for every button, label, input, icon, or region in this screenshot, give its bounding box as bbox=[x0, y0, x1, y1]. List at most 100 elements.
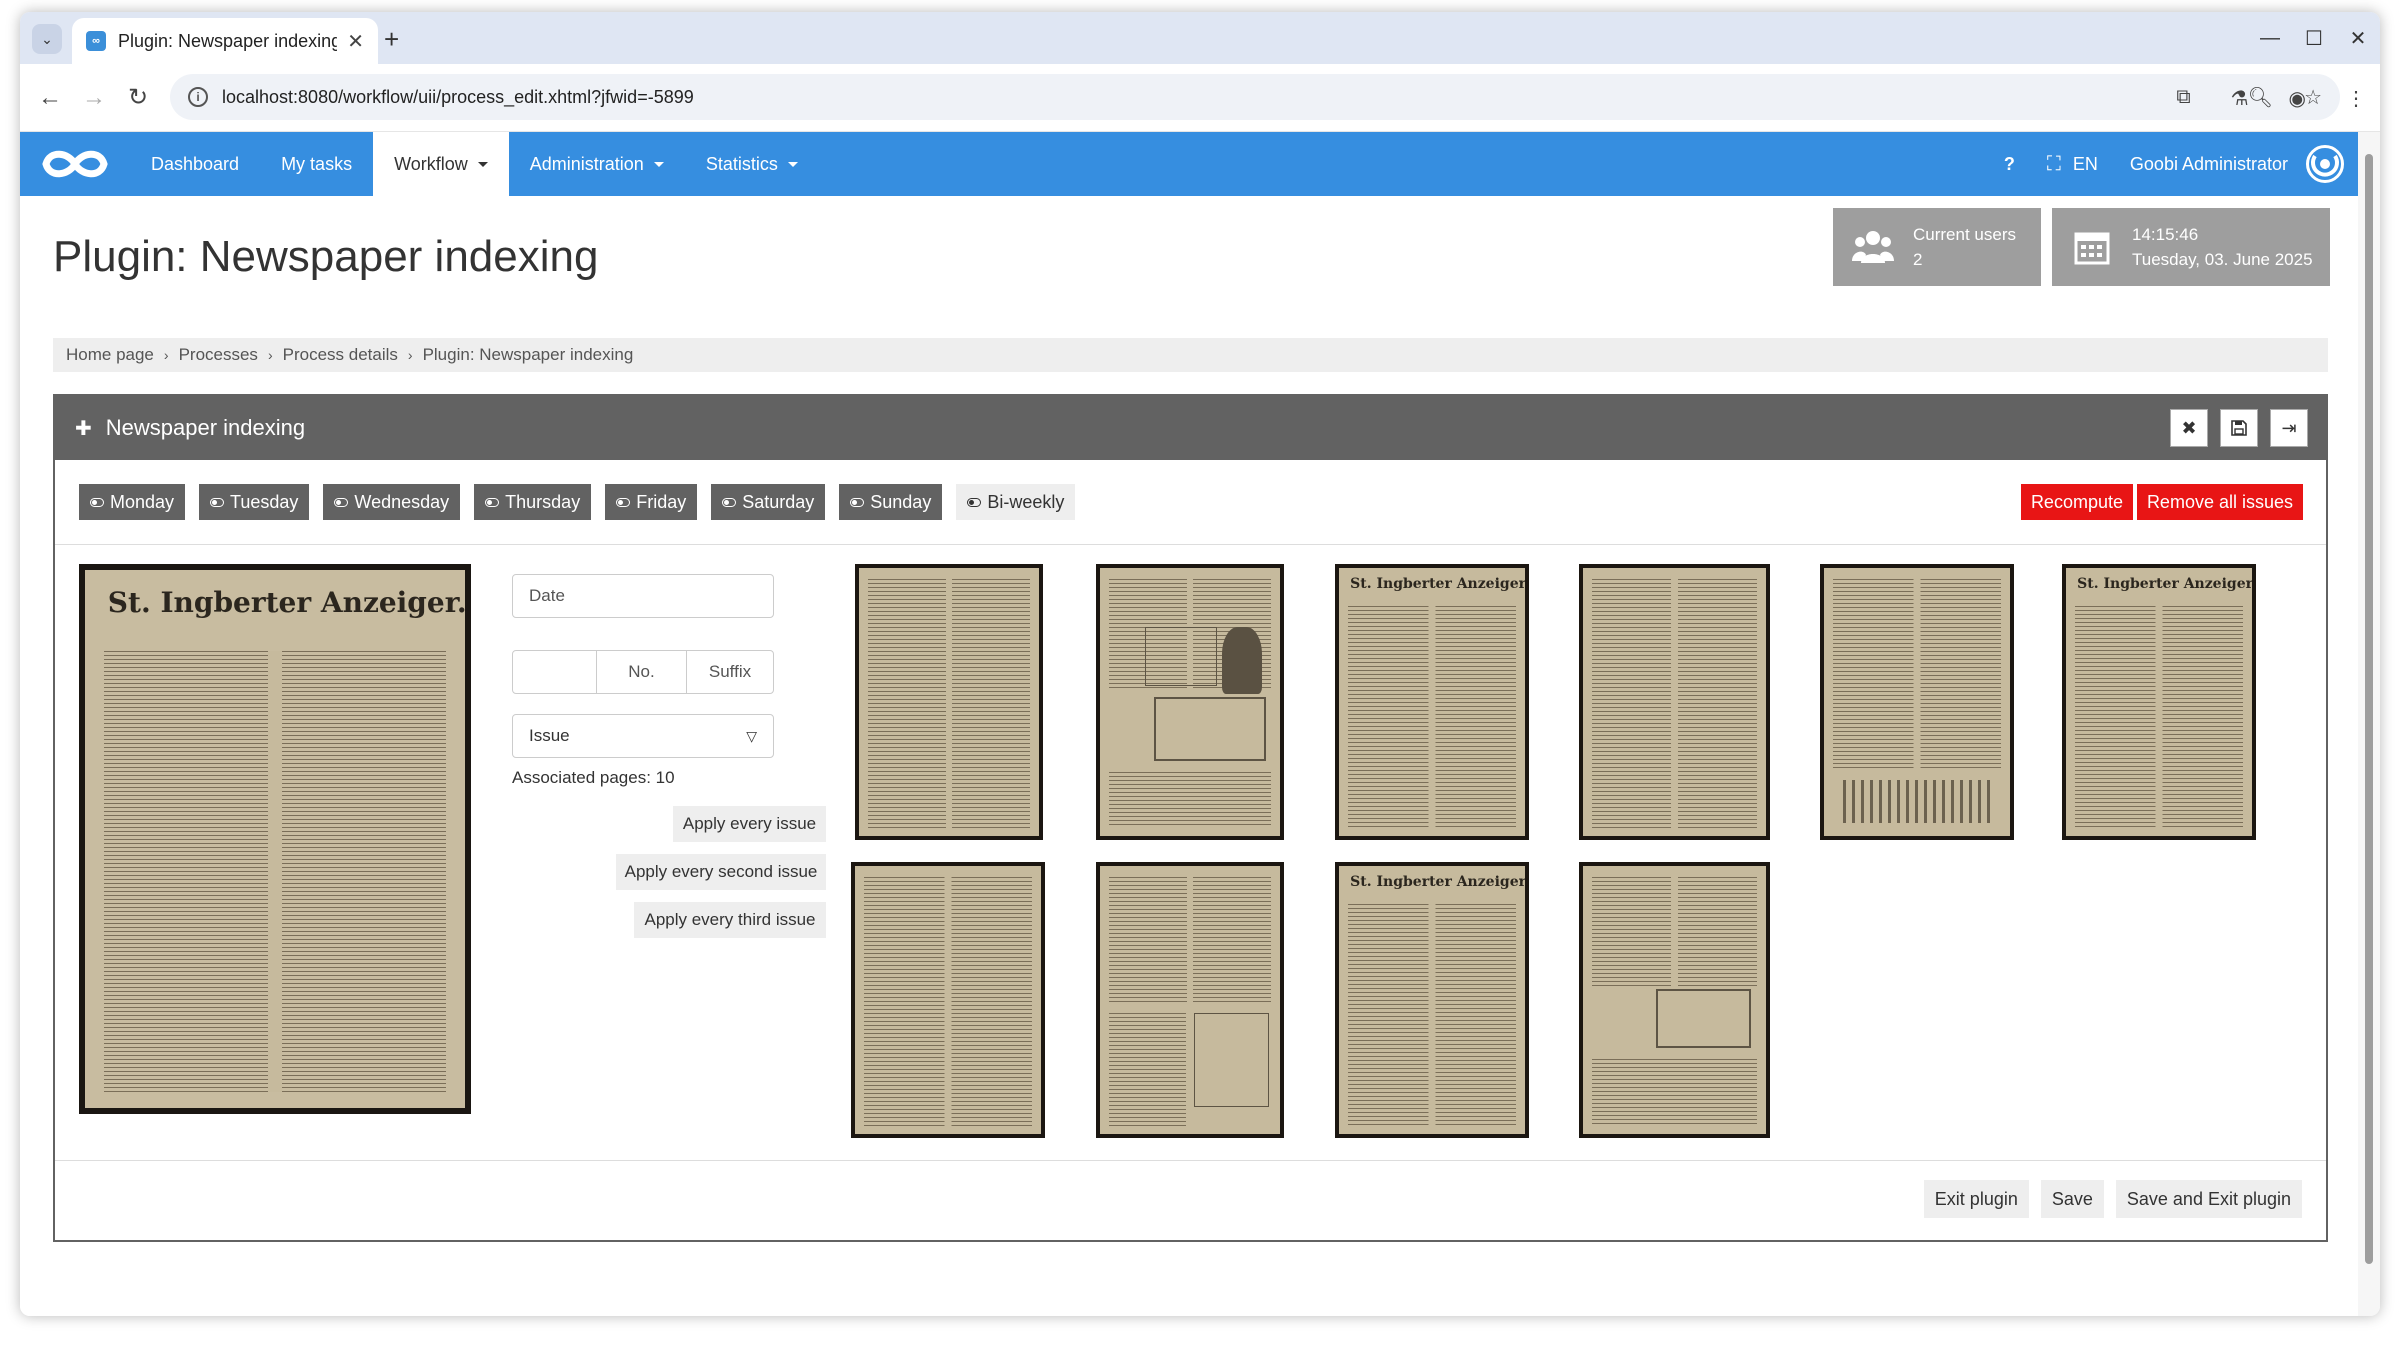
breadcrumb-process-details[interactable]: Process details bbox=[283, 345, 398, 365]
current-users-widget[interactable]: Current users 2 bbox=[1833, 208, 2041, 286]
close-plugin-icon[interactable]: ✖ bbox=[2170, 409, 2208, 447]
newspaper-page bbox=[1583, 568, 1766, 836]
prefix-field[interactable] bbox=[513, 651, 597, 693]
text-columns bbox=[864, 876, 1032, 1126]
nav-administration[interactable]: Administration bbox=[509, 132, 685, 196]
page-thumbnail[interactable]: St. Ingberter Anzeiger. bbox=[1335, 862, 1529, 1138]
extensions-icon[interactable]: ⧉ bbox=[2176, 86, 2190, 111]
toggle-on-icon bbox=[722, 497, 737, 507]
url-field[interactable]: i localhost:8080/workflow/uii/process_ed… bbox=[170, 74, 2340, 120]
app-viewport: Dashboard My tasks Workflow Administration S… bbox=[20, 132, 2358, 1316]
number-placeholder: No. bbox=[628, 662, 655, 681]
toggle-wednesday[interactable]: Wednesday bbox=[323, 484, 461, 520]
exit-plugin-button[interactable]: Exit plugin bbox=[1923, 1180, 2029, 1218]
day-label: Friday bbox=[636, 491, 687, 512]
puzzle-icon: ✚ bbox=[75, 417, 92, 440]
nav-workflow[interactable]: Workflow bbox=[373, 132, 509, 196]
toggle-on-icon bbox=[210, 497, 225, 507]
toggle-monday[interactable]: Monday bbox=[79, 484, 186, 520]
header-buttons: ✖ ⇥ bbox=[2158, 409, 2308, 447]
advertisement-box bbox=[1145, 626, 1217, 686]
page-thumbnail[interactable] bbox=[1579, 564, 1770, 840]
tab-close-icon[interactable]: ✕ bbox=[347, 29, 364, 54]
nav-statistics[interactable]: Statistics bbox=[685, 132, 819, 196]
day-label: Thursday bbox=[505, 491, 581, 512]
text-columns bbox=[868, 578, 1030, 828]
page-thumbnail[interactable] bbox=[1096, 564, 1284, 840]
toggle-on-icon bbox=[334, 497, 349, 507]
issue-type-select[interactable]: Issue ▽ bbox=[512, 714, 774, 758]
save-and-exit-button[interactable]: Save and Exit plugin bbox=[2115, 1180, 2302, 1218]
page-thumbnail[interactable] bbox=[1579, 862, 1770, 1138]
apply-every-second-issue-button[interactable]: Apply every second issue bbox=[616, 854, 826, 890]
minimize-icon[interactable]: — bbox=[2248, 27, 2292, 50]
nav-administration-label: Administration bbox=[529, 153, 644, 174]
toggle-saturday[interactable]: Saturday bbox=[711, 484, 826, 520]
suffix-field[interactable]: Suffix bbox=[687, 651, 773, 693]
selected-page-image[interactable]: St. Ingberter Anzeiger. bbox=[79, 564, 471, 1114]
page-title: Plugin: Newspaper indexing bbox=[53, 232, 599, 281]
window-controls: — ☐ ✕ bbox=[2248, 12, 2380, 64]
save-button[interactable]: Save bbox=[2040, 1180, 2104, 1218]
back-icon[interactable]: ← bbox=[28, 84, 72, 112]
user-avatar-icon[interactable] bbox=[2306, 145, 2344, 183]
nav-dashboard[interactable]: Dashboard bbox=[130, 132, 260, 196]
toggle-thursday[interactable]: Thursday bbox=[474, 484, 592, 520]
toggle-friday[interactable]: Friday bbox=[605, 484, 698, 520]
text-columns bbox=[1592, 1058, 1757, 1126]
page-thumbnail[interactable] bbox=[855, 564, 1043, 840]
forward-icon[interactable]: → bbox=[72, 84, 116, 112]
page-scrollbar[interactable] bbox=[2358, 132, 2380, 1316]
translate-icon: ⛶ bbox=[2046, 152, 2061, 175]
exit-icon[interactable]: ⇥ bbox=[2270, 409, 2308, 447]
text-columns bbox=[1109, 771, 1271, 828]
footer-buttons: Exit plugin Save Save and Exit plugin bbox=[1912, 1180, 2302, 1218]
goobi-logo-icon[interactable] bbox=[20, 132, 130, 196]
apply-every-issue-button[interactable]: Apply every issue bbox=[673, 806, 826, 842]
site-info-icon[interactable]: i bbox=[188, 87, 208, 107]
page-thumbnail[interactable] bbox=[851, 862, 1045, 1138]
url-text[interactable]: localhost:8080/workflow/uii/process_edit… bbox=[222, 87, 2222, 108]
day-label: Tuesday bbox=[230, 491, 299, 512]
toggle-sunday[interactable]: Sunday bbox=[839, 484, 943, 520]
apply-every-third-issue-button[interactable]: Apply every third issue bbox=[634, 902, 826, 938]
chevron-right-icon: › bbox=[407, 347, 413, 363]
browser-menu-icon[interactable]: ⋮ bbox=[2346, 86, 2366, 111]
browser-tab[interactable]: ∞ Plugin: Newspaper indexing ✕ bbox=[72, 18, 378, 64]
page-thumbnail[interactable]: St. Ingberter Anzeiger. bbox=[1335, 564, 1529, 840]
user-menu[interactable]: Goobi Administrator bbox=[2130, 154, 2288, 175]
reload-icon[interactable]: ↻ bbox=[116, 83, 160, 112]
newspaper-page bbox=[1583, 866, 1766, 1134]
profile-icon[interactable]: ◉ bbox=[2289, 86, 2306, 111]
save-icon[interactable] bbox=[2220, 409, 2258, 447]
newspaper-page bbox=[855, 866, 1041, 1134]
language-label: EN bbox=[2072, 153, 2098, 174]
users-widget-label: Current users bbox=[1913, 225, 2016, 244]
maximize-icon[interactable]: ☐ bbox=[2292, 26, 2336, 51]
toggle-tuesday[interactable]: Tuesday bbox=[199, 484, 310, 520]
table bbox=[1842, 779, 1992, 823]
breadcrumb-home[interactable]: Home page bbox=[66, 345, 154, 365]
toggle-bi-weekly[interactable]: Bi-weekly bbox=[956, 484, 1076, 520]
recompute-button[interactable]: Recompute bbox=[2020, 484, 2133, 520]
scrollbar-thumb[interactable] bbox=[2365, 154, 2373, 1264]
tab-search-icon[interactable]: ⌄ bbox=[32, 24, 62, 54]
help-button[interactable]: ? bbox=[2004, 154, 2015, 175]
nav-my-tasks[interactable]: My tasks bbox=[260, 132, 373, 196]
address-bar: ← → ↻ i localhost:8080/workflow/uii/proc… bbox=[20, 64, 2380, 132]
day-label: Sunday bbox=[870, 491, 932, 512]
text-columns bbox=[1109, 876, 1271, 1006]
labs-icon[interactable]: ⚗ bbox=[2231, 86, 2249, 111]
page-thumbnail[interactable] bbox=[1820, 564, 2014, 840]
new-tab-icon[interactable]: + bbox=[384, 24, 399, 55]
remove-all-issues-button[interactable]: Remove all issues bbox=[2136, 484, 2303, 520]
tab-strip: ⌄ ∞ Plugin: Newspaper indexing ✕ + — ☐ ✕ bbox=[20, 12, 2380, 64]
breadcrumb-processes[interactable]: Processes bbox=[179, 345, 258, 365]
weekday-toggles: Monday Tuesday Wednesday Thursday Friday… bbox=[79, 484, 1089, 520]
page-thumbnail[interactable] bbox=[1096, 862, 1284, 1138]
language-switch[interactable]: ⛶ EN bbox=[2047, 153, 2098, 176]
page-thumbnail[interactable]: St. Ingberter Anzeiger. bbox=[2062, 564, 2256, 840]
date-field[interactable]: Date bbox=[512, 574, 774, 618]
close-window-icon[interactable]: ✕ bbox=[2336, 26, 2380, 51]
number-field[interactable]: No. bbox=[597, 651, 687, 693]
